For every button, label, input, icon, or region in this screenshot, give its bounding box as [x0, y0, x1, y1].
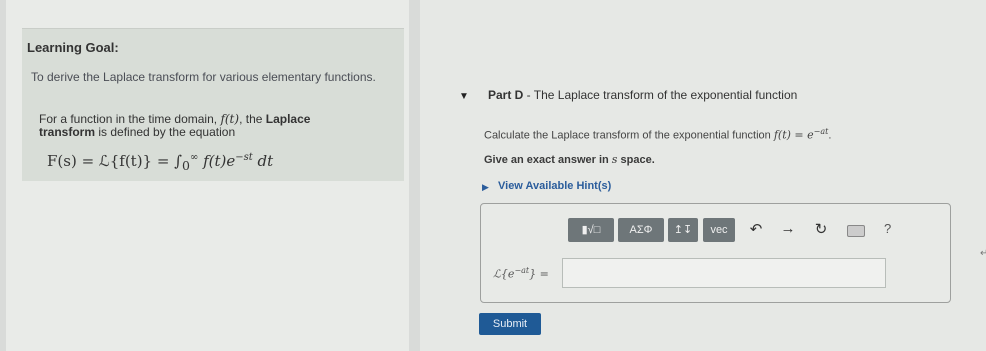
learning-goal-box: Learning Goal: To derive the Laplace tra… [22, 28, 404, 181]
exact-prefix: Give an exact answer in [484, 154, 612, 166]
eq-lower-limit: 0 [182, 158, 190, 173]
eq-body: f(t)e [198, 152, 236, 170]
submit-button[interactable]: Submit [479, 313, 541, 335]
eq-dt: dt [252, 152, 274, 170]
def-bold-transform: transform [39, 125, 96, 139]
instruction-exp: −at [813, 127, 829, 136]
def-bold-laplace: Laplace [265, 112, 311, 126]
part-label: Part D [488, 88, 524, 102]
def-mid: , the [239, 112, 266, 126]
learning-goal-title: Learning Goal: [27, 40, 119, 55]
answer-label-post: } = [529, 267, 549, 281]
part-title-text: The Laplace transform of the exponential… [533, 88, 798, 102]
answer-input[interactable] [562, 258, 886, 288]
def-prefix: For a function in the time domain, [39, 112, 221, 126]
keyboard-icon[interactable] [847, 225, 865, 237]
view-hints-link[interactable]: View Available Hint(s) [498, 180, 611, 192]
symbols-button[interactable]: AΣΦ [618, 218, 664, 242]
exact-end: space. [617, 154, 655, 166]
def-suffix: is defined by the equation [95, 125, 236, 139]
def-func: f(t) [220, 112, 240, 126]
reset-icon[interactable]: ↻ [811, 220, 831, 238]
part-title[interactable]: Part D - The Laplace transform of the ex… [488, 88, 797, 102]
part-separator: - [523, 88, 534, 102]
answer-label-exp: −at [514, 266, 530, 275]
exact-answer-note: Give an exact answer in s space. [484, 153, 655, 166]
instruction-text: Calculate the Laplace transform of the e… [484, 127, 831, 142]
undo-icon[interactable]: ↶ [746, 220, 766, 238]
answer-label: ℒ{e−at} = [493, 266, 549, 281]
laplace-equation: F(s) = ℒ{f(t)} = ∫0∞ f(t)e−st dt [47, 152, 273, 173]
answer-label-pre: ℒ{e [493, 267, 515, 281]
instruction-prefix: Calculate the Laplace transform of the e… [484, 129, 774, 142]
templates-button[interactable]: ▮√□ [568, 218, 614, 242]
learning-goal-text: To derive the Laplace transform for vari… [31, 70, 376, 84]
collapse-caret-icon[interactable]: ▼ [459, 91, 469, 102]
instruction-end: . [828, 129, 832, 142]
subscript-superscript-button[interactable]: ↥↧ [668, 218, 698, 242]
vector-button[interactable]: vec [703, 218, 735, 242]
redo-icon[interactable]: → [778, 220, 798, 237]
eq-exponent: −st [235, 152, 253, 163]
resize-handle: ↵ [980, 248, 986, 259]
help-icon[interactable]: ? [884, 221, 891, 236]
hint-expand-icon[interactable]: ▶ [482, 182, 489, 193]
instruction-func: f(t) = e [773, 128, 814, 142]
laplace-definition-text: For a function in the time domain, f(t),… [39, 113, 379, 139]
eq-lhs: F(s) = ℒ{f(t)} = ∫ [47, 152, 183, 170]
